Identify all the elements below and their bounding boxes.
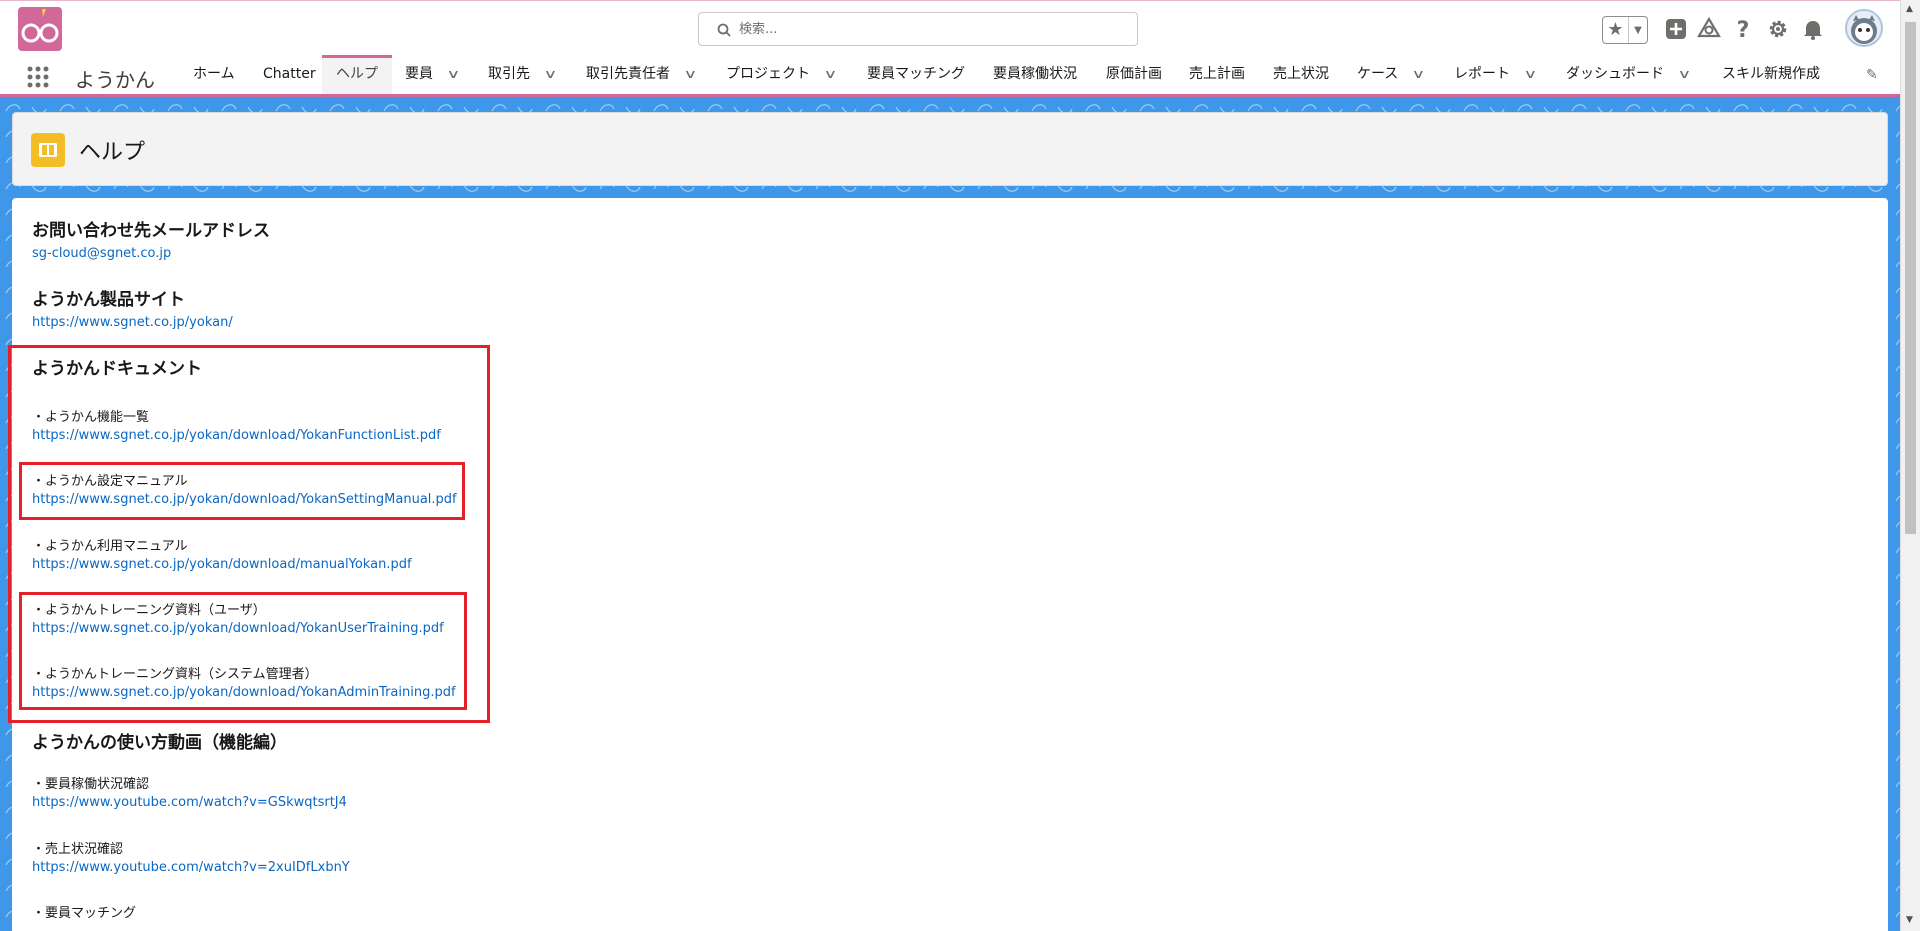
favorites-menu-caret-icon[interactable]: ▼	[1629, 25, 1647, 36]
tab-sales-plan[interactable]: 売上計画	[1189, 55, 1245, 94]
tab-label: レポート	[1454, 66, 1510, 82]
search-input[interactable]	[739, 19, 1119, 39]
user-avatar[interactable]	[1845, 9, 1883, 47]
chevron-down-icon[interactable]: ∨	[446, 55, 460, 94]
app-logo-icon[interactable]	[18, 7, 62, 51]
contact-section-title: お問い合わせ先メールアドレス	[32, 221, 270, 241]
app-launcher-icon[interactable]	[26, 65, 50, 89]
tab-label: 取引先責任者	[586, 66, 670, 82]
tab-projects[interactable]: プロジェクト ∨	[726, 55, 837, 94]
tab-cases[interactable]: ケース ∨	[1357, 55, 1426, 94]
add-icon[interactable]	[1664, 17, 1688, 41]
tab-label: スキル新規作成	[1722, 66, 1820, 82]
tab-label: Chatter	[263, 66, 316, 82]
training-highlight-box	[19, 592, 467, 710]
tab-utilization[interactable]: 要員稼働状況	[993, 55, 1077, 94]
chevron-down-icon[interactable]: ∨	[1412, 55, 1426, 94]
videos-section-title: ようかんの使い方動画（機能編）	[32, 733, 287, 753]
video-link[interactable]: https://www.youtube.com/watch?v=GSkwqtsr…	[32, 795, 347, 810]
scroll-up-arrow-icon[interactable]: ▲	[1906, 4, 1913, 14]
tab-label: 要員マッチング	[867, 66, 965, 82]
tab-label: 取引先	[488, 66, 530, 82]
tab-new-skill[interactable]: スキル新規作成	[1722, 55, 1820, 94]
tab-label: 売上状況	[1273, 66, 1329, 82]
tab-dashboards[interactable]: ダッシュボード ∨	[1566, 55, 1691, 94]
help-book-icon	[31, 133, 65, 167]
tab-label: 要員	[405, 66, 433, 82]
favorites-button[interactable]: ★ ▼	[1602, 16, 1648, 44]
product-site-link[interactable]: https://www.sgnet.co.jp/yokan/	[32, 315, 233, 330]
tab-accounts[interactable]: 取引先 ∨	[488, 55, 557, 94]
scroll-down-arrow-icon[interactable]: ▼	[1906, 915, 1913, 925]
video-label: ・要員稼働状況確認	[32, 777, 150, 792]
chevron-down-icon[interactable]: ∨	[1677, 55, 1691, 94]
help-icon[interactable]: ?	[1731, 17, 1755, 41]
svg-text:?: ?	[1737, 18, 1750, 41]
tab-label: 要員稼働状況	[993, 66, 1077, 82]
chevron-down-icon[interactable]: ∨	[683, 55, 697, 94]
scrollbar-thumb[interactable]	[1905, 22, 1916, 534]
setting-manual-highlight-box	[19, 462, 465, 520]
chevron-down-icon[interactable]: ∨	[1523, 55, 1537, 94]
tab-label: 売上計画	[1189, 66, 1245, 82]
tab-label: ヘルプ	[336, 66, 378, 82]
video-label: ・要員マッチング	[32, 906, 137, 921]
tab-help[interactable]: ヘルプ	[322, 55, 392, 94]
tab-label: ダッシュボード	[1566, 66, 1664, 82]
video-link[interactable]: https://www.youtube.com/watch?v=2xuIDfLx…	[32, 860, 350, 875]
setup-gear-icon[interactable]	[1766, 17, 1790, 41]
product-site-section-title: ようかん製品サイト	[32, 290, 185, 310]
notification-bell-icon[interactable]	[1801, 17, 1825, 41]
vertical-scrollbar[interactable]: ▲ ▼	[1900, 0, 1920, 931]
tab-home[interactable]: ホーム	[193, 55, 235, 94]
app-name: ようかん	[75, 68, 155, 92]
tab-sales-status[interactable]: 売上状況	[1273, 55, 1329, 94]
global-header: ★ ▼ ?	[0, 0, 1900, 55]
tab-chatter[interactable]: Chatter	[263, 55, 316, 94]
chevron-down-icon[interactable]: ∨	[543, 55, 557, 94]
tab-label: 原価計画	[1106, 66, 1162, 82]
search-icon	[717, 23, 731, 37]
page-header: ヘルプ	[12, 112, 1888, 186]
page-title: ヘルプ	[79, 140, 146, 165]
edit-pencil-icon[interactable]: ✎	[1866, 67, 1878, 83]
app-navigation-bar: ようかん ホーム Chatter ヘルプ 要員 ∨ 取引先 ∨ 取引先責任者 ∨ プロ…	[0, 55, 1900, 97]
tab-label: ホーム	[193, 66, 235, 82]
contact-email-link[interactable]: sg-cloud@sgnet.co.jp	[32, 246, 171, 261]
tab-reports[interactable]: レポート ∨	[1454, 55, 1537, 94]
tab-personnel-matching[interactable]: 要員マッチング	[867, 55, 965, 94]
tab-personnel[interactable]: 要員 ∨	[405, 55, 460, 94]
tab-label: プロジェクト	[726, 66, 810, 82]
video-label: ・売上状況確認	[32, 842, 124, 857]
tab-cost-plan[interactable]: 原価計画	[1106, 55, 1162, 94]
favorites-star-icon[interactable]: ★	[1603, 17, 1629, 43]
chevron-down-icon[interactable]: ∨	[823, 55, 837, 94]
tab-label: ケース	[1357, 66, 1399, 82]
global-search[interactable]	[698, 12, 1138, 46]
tab-contacts[interactable]: 取引先責任者 ∨	[586, 55, 697, 94]
trailhead-icon[interactable]	[1697, 17, 1721, 41]
